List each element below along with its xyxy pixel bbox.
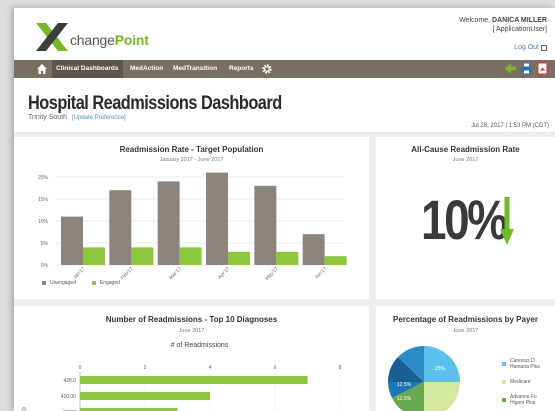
pdf-icon[interactable]	[536, 62, 549, 75]
pie-slice-medicare[interactable]	[424, 382, 460, 411]
pie-label-1: 25%	[435, 366, 446, 372]
panel-subtitle: June 2017	[452, 157, 479, 163]
panel-readmissions-by-payer: Percentage of Readmissions by Payer June…	[376, 306, 555, 411]
x-tick-label: 6	[274, 365, 277, 371]
panel-title: All-Cause Readmission Rate	[411, 145, 520, 154]
legend-label: Unengaged	[50, 280, 76, 286]
readmission-rate-chart: 0% 5% 10% 15% 20% Jan'17 Feb'17 Mar'17 Apr'17 May…	[38, 172, 347, 282]
bar-unengaged	[206, 172, 228, 265]
welcome-block: Welcome, DANICA MILLER [ ApplicationUser…	[459, 16, 547, 34]
main-nav: Clinical Dashboards MedAction MedTransit…	[14, 60, 555, 78]
panel-top10-diagnoses: Number of Readmissions - Top 10 Diagnose…	[14, 306, 369, 411]
x-tick-label: 0	[79, 365, 82, 371]
legend-swatch	[502, 362, 506, 366]
bar-engaged	[276, 251, 299, 265]
x-tick-label: 2	[144, 365, 147, 371]
welcome-role: [ ApplicationUser]	[492, 26, 547, 33]
y-axis-label: ICD	[22, 406, 28, 411]
legend-item-unengaged: Unengaged	[42, 280, 76, 286]
welcome-prefix: Welcome,	[459, 17, 491, 24]
y-tick-label: 428.0	[63, 378, 76, 384]
y-tick-label: 20%	[38, 175, 49, 181]
x-tick-label: 8	[339, 365, 342, 371]
x-tick-label: May'17	[264, 266, 280, 282]
x-tick-label: Mar'17	[168, 266, 183, 281]
diagnosis-bar	[80, 392, 210, 400]
nav-reports[interactable]: Reports	[225, 60, 258, 78]
y-tick-label: 15%	[38, 197, 49, 203]
bar-unengaged	[254, 185, 277, 265]
diagnosis-bar	[80, 376, 308, 384]
logo-x-mark	[36, 23, 68, 51]
bar-unengaged	[302, 234, 325, 265]
legend-item-payer-2[interactable]: Medicare	[502, 379, 552, 385]
panel-all-cause-rate: All-Cause Readmission Rate June 2017 10%	[376, 137, 555, 299]
x-tick-label: Apr'17	[217, 266, 232, 281]
payer-legend: Caresius D Humana Plus Medicare Advance …	[502, 358, 552, 406]
legend-item-payer-3[interactable]: Advance Fo Higoni Plus	[502, 394, 552, 406]
bar-engaged	[83, 247, 105, 265]
gear-icon[interactable]	[261, 63, 273, 75]
x-tick-label: Jun'17	[314, 266, 329, 281]
pie-slice-humana[interactable]	[424, 346, 460, 382]
panel-subtitle: June 2017	[452, 328, 479, 334]
bar-engaged	[179, 247, 202, 265]
bar-engaged	[131, 247, 154, 265]
x-tick-label: 4	[209, 365, 212, 371]
y-tick-label: 410.00	[61, 394, 77, 400]
nav-medaction[interactable]: MedAction	[126, 60, 167, 78]
bar-unengaged	[109, 190, 132, 265]
legend-item-engaged: Engaged	[91, 280, 120, 286]
legend-label: Engaged	[99, 280, 120, 286]
app-window: changePoint Welcome, DANICA MILLER [ App…	[14, 8, 555, 411]
chart-legend: Unengaged Engaged	[42, 280, 120, 286]
logout-link[interactable]: Log Out	[514, 44, 547, 51]
bar-unengaged	[157, 181, 180, 265]
y-tick-label: 5%	[41, 241, 49, 247]
legend-label: Caresius D Humana Plus	[510, 358, 541, 370]
facility-name: Trinity South	[28, 114, 68, 121]
pie-label-2: 12.5%	[397, 382, 412, 388]
panel-readmission-rate: Readmission Rate - Target Population Jan…	[14, 137, 369, 299]
legend-swatch	[502, 398, 506, 402]
legend-item-payer-1[interactable]: Caresius D Humana Plus	[502, 358, 552, 370]
logout-icon	[541, 44, 547, 51]
facility-line: Trinity South [Update Preference]	[28, 114, 126, 121]
bar-engaged	[228, 251, 250, 265]
bar-engaged	[324, 256, 347, 265]
legend-label: Medicare	[510, 379, 531, 385]
top10-diagnoses-chart: 02468428.0410.00486[2]ICD	[22, 365, 342, 411]
logo-wordmark: changePoint	[70, 32, 149, 48]
welcome-username: DANICA MILLER	[492, 17, 547, 24]
top-header: changePoint Welcome, DANICA MILLER [ App…	[14, 8, 555, 56]
nav-actions	[504, 62, 549, 75]
back-arrow-icon[interactable]	[504, 62, 517, 75]
bar-unengaged	[61, 216, 83, 265]
nav-medtransition[interactable]: MedTransition	[169, 60, 221, 78]
legend-swatch	[42, 281, 46, 285]
pie-label-3: 12.5%	[397, 396, 412, 402]
legend-swatch	[91, 281, 96, 285]
nav-clinical-dashboards[interactable]: Clinical Dashboards	[52, 60, 123, 78]
payer-pie-chart: 25% 12.5% 12.5%	[387, 345, 460, 411]
y-tick-label: 10%	[38, 219, 49, 225]
y-tick-label: 0%	[41, 263, 49, 269]
update-preference-link[interactable]: [Update Preference]	[72, 115, 126, 121]
page-title: Hospital Readmissions Dashboard	[28, 93, 282, 114]
x-tick-label: Jan'17	[72, 266, 87, 281]
all-cause-rate-value: 10%	[421, 188, 508, 251]
xchangepoint-logo[interactable]: changePoint	[34, 21, 174, 53]
timestamp: Jul 28, 2017 | 1:53 PM (CDT)	[471, 123, 549, 129]
panel-title: Percentage of Readmissions by Payer	[393, 315, 538, 324]
print-icon[interactable]	[520, 62, 533, 75]
x-tick-label: Feb'17	[120, 266, 135, 281]
legend-swatch	[502, 380, 506, 384]
legend-label: Advance Fo Higoni Plus	[510, 394, 537, 406]
home-icon[interactable]	[36, 63, 48, 75]
trend-down-arrow-icon	[500, 197, 514, 245]
logout-label: Log Out	[514, 44, 539, 51]
